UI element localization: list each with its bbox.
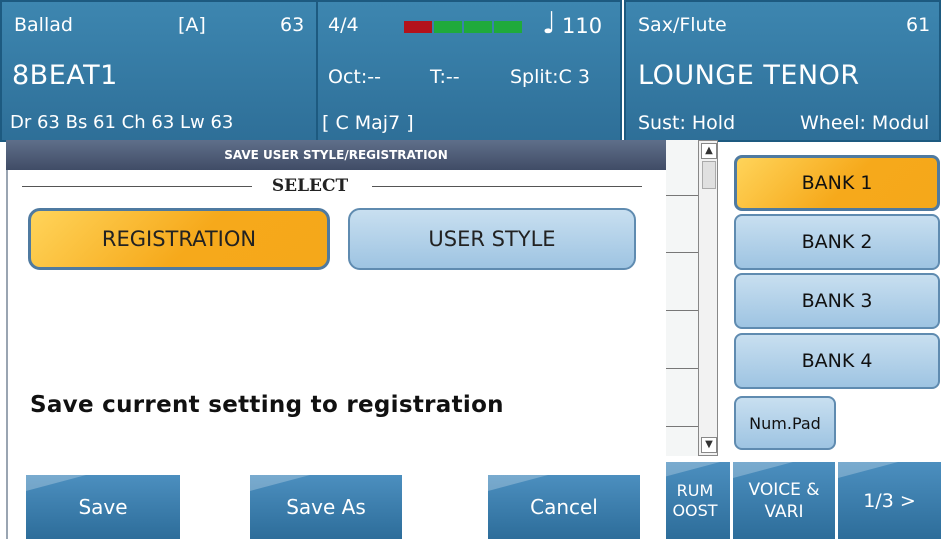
voice-name: LOUNGE TENOR (638, 60, 860, 91)
scroll-down-icon[interactable]: ▼ (701, 437, 717, 453)
save-as-button[interactable]: Save As (250, 475, 402, 539)
style-mix: Dr 63 Bs 61 Ch 63 Lw 63 (10, 112, 234, 133)
list-divider (665, 368, 699, 369)
chord-display: [ C Maj7 ] (322, 112, 414, 134)
drum-boost-button[interactable]: RUM OOST (660, 462, 730, 539)
bank-2-button[interactable]: BANK 2 (734, 214, 940, 270)
registration-button[interactable]: REGISTRATION (28, 208, 330, 270)
select-divider-right (372, 186, 642, 187)
octave-value: Oct:-- (328, 66, 381, 88)
style-title: 8BEAT1 (12, 60, 118, 91)
dialog-message: Save current setting to registration (30, 392, 504, 418)
page-next-button[interactable]: 1/3 > (838, 462, 941, 539)
list-divider (665, 310, 699, 311)
style-number: 63 (280, 14, 305, 36)
split-value: Split:C 3 (510, 66, 590, 88)
scroll-thumb[interactable] (702, 161, 716, 189)
sustain-status: Sust: Hold (638, 112, 736, 134)
voice-number: 61 (906, 14, 931, 36)
user-style-button[interactable]: USER STYLE (348, 208, 636, 270)
style-panel[interactable]: Ballad [A] 63 8BEAT1 Dr 63 Bs 61 Ch 63 L… (0, 0, 318, 142)
list-divider (665, 252, 699, 253)
bank-list[interactable] (664, 140, 699, 456)
voice-panel[interactable]: Sax/Flute 61 LOUNGE TENOR Sust: Hold Whe… (624, 0, 941, 142)
tempo-value: 110 (562, 14, 603, 38)
beat-meter-segment (464, 21, 492, 33)
voice-vari-line-1: VOICE & (748, 479, 820, 500)
style-variation: [A] (178, 14, 206, 36)
drum-boost-line-2: OOST (672, 500, 718, 520)
beat-meter-segment (494, 21, 522, 33)
list-divider (665, 195, 699, 196)
bank-4-button[interactable]: BANK 4 (734, 333, 940, 389)
style-name: Ballad (14, 14, 73, 36)
wheel-status: Wheel: Modul (800, 112, 930, 134)
cancel-button[interactable]: Cancel (488, 475, 640, 539)
note-icon: ♩ (542, 6, 557, 41)
time-signature: 4/4 (328, 14, 359, 36)
voice-category: Sax/Flute (638, 14, 727, 36)
bank-3-button[interactable]: BANK 3 (734, 273, 940, 329)
scroll-up-icon[interactable]: ▲ (701, 143, 717, 159)
save-button[interactable]: Save (26, 475, 180, 539)
beat-meter-segment (434, 21, 462, 33)
list-divider (665, 426, 699, 427)
dialog-title: SAVE USER STYLE/REGISTRATION (6, 140, 666, 170)
transpose-value: T:-- (430, 66, 460, 88)
tempo-panel[interactable]: 4/4 ♩ 110 Oct:-- T:-- Split:C 3 [ C Maj7… (316, 0, 622, 142)
beat-meter-segment (404, 21, 432, 33)
list-scrollbar[interactable]: ▲ ▼ (698, 140, 718, 456)
voice-vari-button[interactable]: VOICE & VARI (733, 462, 835, 539)
drum-boost-line-1: RUM (676, 480, 714, 500)
select-divider-left (22, 186, 252, 187)
numpad-button[interactable]: Num.Pad (734, 396, 836, 450)
voice-vari-line-2: VARI (764, 501, 804, 522)
bank-1-button[interactable]: BANK 1 (734, 155, 940, 211)
select-heading: SELECT (271, 176, 349, 196)
